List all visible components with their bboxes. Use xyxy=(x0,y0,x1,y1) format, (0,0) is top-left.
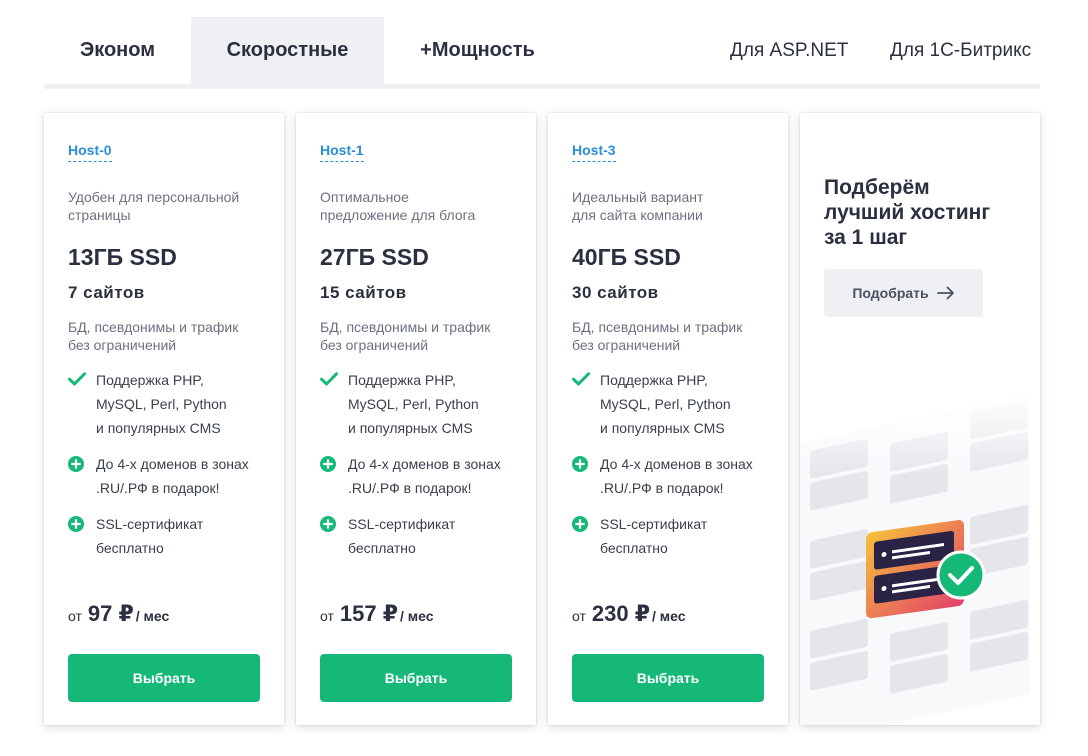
feature-text: До 4-х доменов в зонах .RU/.РФ в подарок! xyxy=(96,456,249,496)
price-period: / мес xyxy=(135,608,170,624)
tab-bitrix[interactable]: Для 1С-Битрикс xyxy=(890,17,1031,84)
plan-name-link[interactable]: Host-1 xyxy=(320,142,364,162)
plan-description: Идеальный вариант для сайта компании xyxy=(572,189,704,223)
select-plan-button[interactable]: Выбрать xyxy=(68,654,260,702)
plan-card-host-0: Host-0 Удобен для персональной страницы 1… xyxy=(44,113,284,725)
sites-count: 30 сайтов xyxy=(572,283,659,302)
disk-size: 27ГБ SSD xyxy=(320,244,429,270)
tab-power[interactable]: +Мощность xyxy=(384,17,571,84)
plan-name-link[interactable]: Host-3 xyxy=(572,142,616,162)
disk-size: 40ГБ SSD xyxy=(572,244,681,270)
price-value: 157 ₽ xyxy=(339,601,399,626)
select-plan-button[interactable]: Выбрать xyxy=(572,654,764,702)
check-badge-icon xyxy=(936,550,986,600)
tab-econom[interactable]: Эконом xyxy=(44,17,191,84)
plan-card-host-1: Host-1 Оптимальное предложение для блога … xyxy=(296,113,536,725)
arrow-right-icon xyxy=(936,286,954,300)
feature-text: До 4-х доменов в зонах .RU/.РФ в подарок! xyxy=(600,456,753,496)
feature-text: SSL-сертификат бесплатно xyxy=(96,516,204,556)
feature-php: Поддержка PHP, MySQL, Perl, Python и попул… xyxy=(320,371,520,440)
plan-name-link[interactable]: Host-0 xyxy=(68,142,112,162)
feature-ssl: SSL-сертификат бесплатно xyxy=(68,515,268,560)
limits-text: БД, псевдонимы и трафик без ограничений xyxy=(68,319,239,353)
feature-php: Поддержка PHP, MySQL, Perl, Python и попул… xyxy=(68,371,268,440)
plus-circle-icon xyxy=(320,455,348,500)
price-prefix: от xyxy=(572,608,586,624)
feature-text: До 4-х доменов в зонах .RU/.РФ в подарок! xyxy=(348,456,501,496)
plan-price: от 157 ₽ / мес xyxy=(320,601,434,627)
feature-domains: До 4-х доменов в зонах .RU/.РФ в подарок! xyxy=(320,455,520,500)
plus-circle-icon xyxy=(572,455,600,500)
feature-ssl: SSL-сертификат бесплатно xyxy=(572,515,772,560)
price-prefix: от xyxy=(320,608,334,624)
limits-text: БД, псевдонимы и трафик без ограничений xyxy=(572,319,743,353)
pick-hosting-label: Подобрать xyxy=(852,285,929,301)
price-period: / мес xyxy=(400,608,434,624)
feature-text: Поддержка PHP, MySQL, Perl, Python и попул… xyxy=(96,372,227,436)
sites-count: 15 сайтов xyxy=(320,283,407,302)
promo-title: Подберём лучший хостинг за 1 шаг xyxy=(824,176,991,249)
pick-hosting-button[interactable]: Подобрать xyxy=(824,269,983,317)
tab-label: Для 1С-Битрикс xyxy=(890,39,1032,61)
check-icon xyxy=(68,371,96,440)
check-icon xyxy=(320,371,348,440)
plus-circle-icon xyxy=(68,515,96,560)
tab-label: Эконом xyxy=(79,39,156,61)
feature-text: SSL-сертификат бесплатно xyxy=(600,516,708,556)
servers-illustration xyxy=(800,393,1040,725)
tab-aspnet[interactable]: Для ASP.NET xyxy=(730,17,848,84)
feature-text: Поддержка PHP, MySQL, Perl, Python и попул… xyxy=(600,372,731,436)
check-icon xyxy=(572,371,600,440)
plan-description: Удобен для персональной страницы xyxy=(68,189,240,223)
plan-price: от 97 ₽ / мес xyxy=(68,601,169,627)
price-value: 230 ₽ xyxy=(591,601,651,626)
plan-price: от 230 ₽ / мес xyxy=(572,601,686,627)
price-period: / мес xyxy=(652,608,686,624)
feature-domains: До 4-х доменов в зонах .RU/.РФ в подарок! xyxy=(68,455,268,500)
feature-domains: До 4-х доменов в зонах .RU/.РФ в подарок! xyxy=(572,455,772,500)
feature-text: Поддержка PHP, MySQL, Perl, Python и попул… xyxy=(348,372,479,436)
plus-circle-icon xyxy=(572,515,600,560)
tab-fast[interactable]: Скоростные xyxy=(191,17,384,84)
plus-circle-icon xyxy=(320,515,348,560)
plus-circle-icon xyxy=(68,455,96,500)
limits-text: БД, псевдонимы и трафик без ограничений xyxy=(320,319,491,353)
promo-card: Подберём лучший хостинг за 1 шаг Подобра… xyxy=(800,113,1040,725)
feature-text: SSL-сертификат бесплатно xyxy=(348,516,456,556)
price-value: 97 ₽ xyxy=(87,601,134,626)
tab-label: Для ASP.NET xyxy=(730,39,849,61)
sites-count: 7 сайтов xyxy=(68,283,145,302)
select-plan-button[interactable]: Выбрать xyxy=(320,654,512,702)
plan-tabs: Эконом Скоростные +Мощность Для ASP.NET … xyxy=(44,17,1040,89)
tab-label: Скоростные xyxy=(226,39,349,61)
feature-php: Поддержка PHP, MySQL, Perl, Python и попул… xyxy=(572,371,772,440)
tab-label: +Мощность xyxy=(420,39,535,61)
disk-size: 13ГБ SSD xyxy=(68,244,177,270)
feature-ssl: SSL-сертификат бесплатно xyxy=(320,515,520,560)
plan-card-host-3: Host-3 Идеальный вариант для сайта компан… xyxy=(548,113,788,725)
price-prefix: от xyxy=(68,608,82,624)
plan-description: Оптимальное предложение для блога xyxy=(320,189,476,223)
